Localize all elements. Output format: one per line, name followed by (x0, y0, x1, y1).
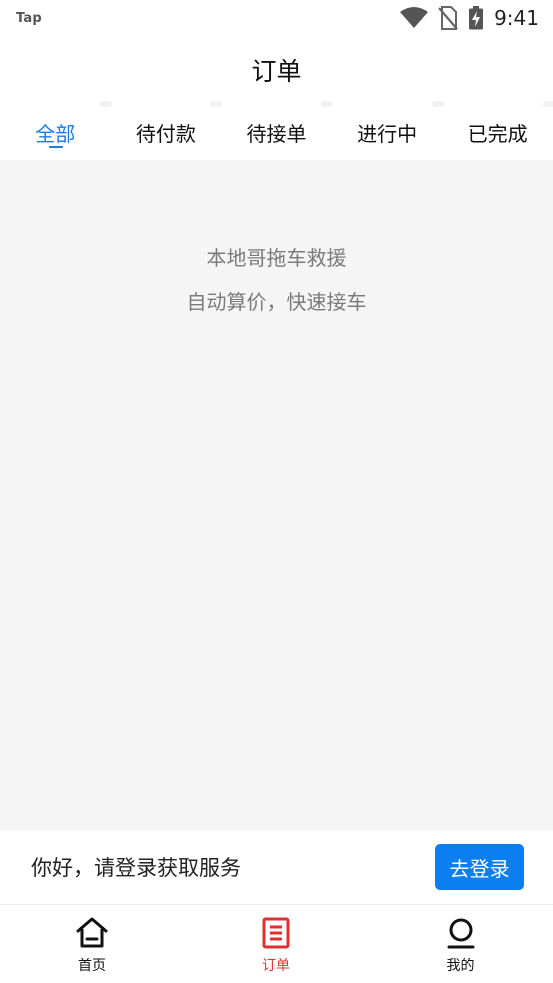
tab-label: 已完成 (467, 121, 528, 146)
profile-icon (447, 918, 474, 949)
no-sim-icon (438, 6, 458, 30)
status-icons: 9:41 (400, 6, 539, 30)
bottom-nav: 首页 订单 我的 (0, 906, 553, 983)
order-tabs: 全部 待付款 待接单 进行中 已完成 (0, 101, 553, 160)
tab-in-progress[interactable]: 进行中 (332, 104, 443, 160)
home-icon (76, 917, 108, 948)
status-time: 9:41 (494, 6, 539, 30)
tab-pending-payment[interactable]: 待付款 (111, 104, 222, 160)
login-prompt-bar: 你好，请登录获取服务 去登录 (0, 830, 553, 905)
nav-label: 我的 (446, 958, 475, 974)
login-prompt-text: 你好，请登录获取服务 (31, 856, 241, 880)
tab-completed[interactable]: 已完成 (442, 104, 553, 160)
nav-item-orders[interactable]: 订单 (184, 906, 368, 983)
tab-label: 待付款 (135, 121, 196, 146)
page-header: 订单 (0, 36, 553, 104)
nav-item-profile[interactable]: 我的 (368, 906, 553, 983)
order-list-icon (262, 917, 290, 949)
battery-charging-icon (469, 6, 484, 30)
status-app-label: Tap (16, 10, 42, 26)
login-button[interactable]: 去登录 (435, 844, 524, 890)
nav-label: 首页 (78, 958, 106, 974)
tab-active-indicator (49, 146, 63, 148)
nav-item-home[interactable]: 首页 (0, 906, 184, 983)
empty-state-title: 本地哥拖车救援 (206, 246, 347, 270)
wifi-icon (400, 7, 429, 28)
tab-label: 进行中 (357, 121, 418, 146)
nav-label: 订单 (262, 958, 290, 974)
tab-label: 待接单 (246, 121, 307, 146)
tab-all[interactable]: 全部 (0, 104, 111, 160)
order-list-area: 本地哥拖车救援 自动算价，快速接车 (0, 160, 553, 830)
tab-label: 全部 (35, 121, 76, 146)
tab-pending-acceptance[interactable]: 待接单 (221, 104, 332, 160)
page-title: 订单 (251, 57, 302, 86)
status-bar: Tap 9:41 (0, 0, 553, 36)
empty-state-subtitle: 自动算价，快速接车 (186, 290, 367, 314)
